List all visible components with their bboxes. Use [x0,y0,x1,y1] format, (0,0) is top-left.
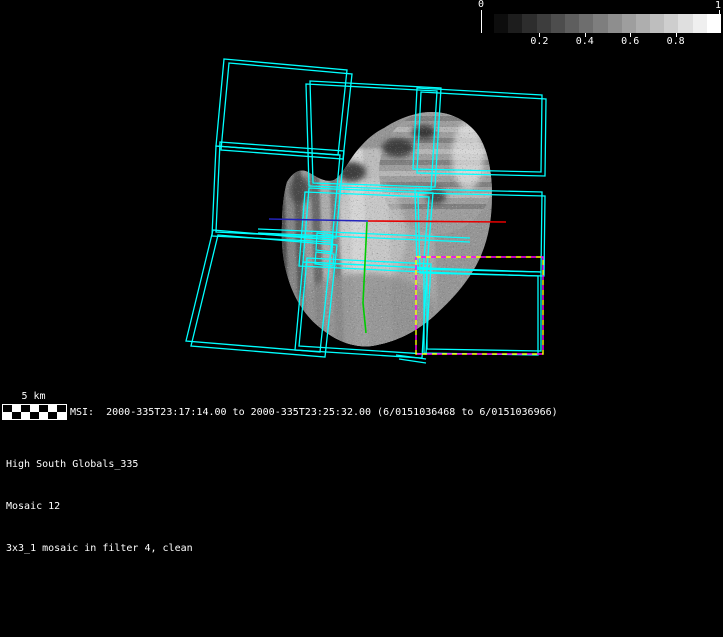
scale-bar-checker [2,404,67,420]
colorbar-step [608,14,622,33]
scale-bar-cell [48,405,57,412]
colorbar-step [579,14,593,33]
footprint-top-left [216,59,347,155]
colorbar-gradient [494,14,721,33]
colorbar-tick-label: 0.4 [569,36,601,47]
colorbar-step [678,14,692,33]
scale-bar-cell [30,405,39,412]
colorbar-step [494,14,508,33]
scale-bar-cell [57,412,66,419]
colorbar-min-tick [481,10,482,33]
colorbar-step [565,14,579,33]
colorbar-tick-label: 0.2 [523,36,555,47]
scale-bar-cell [57,405,66,412]
colorbar-step [650,14,664,33]
scale-bar-cell [39,405,48,412]
colorbar-tick-label: 0.8 [660,36,692,47]
colorbar-step [664,14,678,33]
footprint-edge-line [399,359,426,363]
colorbar-step [593,14,607,33]
scale-bar-cell [12,412,21,419]
colorbar-step [508,14,522,33]
colorbar-step [551,14,565,33]
scale-bar-cell [3,405,12,412]
status-line: MSI: 2000-335T23:17:14.00 to 2000-335T23… [70,407,558,419]
scale-bar-label: 5 km [0,391,67,403]
colorbar-step [636,14,650,33]
colorbar-step [522,14,536,33]
scale-bar-cell [21,412,30,419]
colorbar: 0 1 0.2 0.4 0.6 0.8 [478,0,723,52]
info-line-sequence: High South Globals_335 [6,458,193,472]
colorbar-tick-label: 0.6 [614,36,646,47]
colorbar-step [693,14,707,33]
colorbar-min-label: 0 [478,0,484,10]
scale-bar-cell [3,412,12,419]
colorbar-max-label: 1 [715,1,721,11]
footprint-top-left-second-exposure [221,63,352,159]
scale-bar-cell [12,405,21,412]
scale-bar-cell [39,412,48,419]
red-axis-line [368,221,506,222]
viewport: 0 1 0.2 0.4 0.6 0.8 5 km MSI: 2000-335T23:1… [0,0,723,637]
info-line-mosaic: Mosaic 12 [6,500,193,514]
scale-bar-cell [30,412,39,419]
colorbar-step [707,14,721,33]
scale-bar-cell [48,412,57,419]
colorbar-step [622,14,636,33]
info-block: High South Globals_335 Mosaic 12 3x3_1 m… [6,430,193,584]
info-line-detail: 3x3_1 mosaic in filter 4, clean [6,542,193,556]
colorbar-step [537,14,551,33]
scale-bar-cell [21,405,30,412]
